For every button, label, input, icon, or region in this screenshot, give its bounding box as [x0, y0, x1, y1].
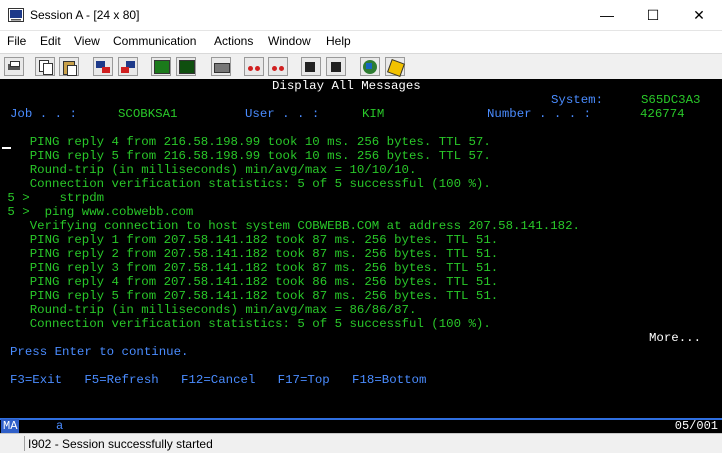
- paste-icon[interactable]: [59, 57, 79, 76]
- system-value: S65DC3A3: [641, 93, 701, 107]
- oia-indicator: MA: [1, 419, 20, 433]
- operator-info-area: MA a 05/001: [0, 418, 722, 433]
- record-macro-icon[interactable]: [211, 57, 231, 76]
- pause-icon[interactable]: [326, 57, 346, 76]
- number-value: 426774: [640, 107, 685, 121]
- close-button[interactable]: ✕: [676, 0, 722, 30]
- message-line: Connection verification statistics: 5 of…: [0, 177, 491, 191]
- menu-window[interactable]: Window: [268, 34, 311, 48]
- display-icon[interactable]: [151, 57, 171, 76]
- keypad-icon[interactable]: [176, 57, 196, 76]
- menu-file[interactable]: File: [7, 34, 26, 48]
- minimize-button[interactable]: —: [584, 0, 630, 30]
- job-value: SCOBKSA1: [118, 107, 178, 121]
- play-macro-icon[interactable]: [244, 57, 264, 76]
- message-line: PING reply 5 from 216.58.198.99 took 10 …: [0, 149, 491, 163]
- screen-header-title: Display All Messages: [272, 79, 421, 93]
- playback-icon[interactable]: [301, 57, 321, 76]
- message-line: PING reply 1 from 207.58.141.182 took 87…: [0, 233, 499, 247]
- more-indicator: More...: [649, 331, 702, 345]
- job-label: Job . . :: [10, 107, 77, 121]
- maximize-button[interactable]: ☐: [630, 0, 676, 30]
- message-line: PING reply 2 from 207.58.141.182 took 87…: [0, 247, 499, 261]
- message-line: Verifying connection to host system COBW…: [0, 219, 580, 233]
- stop-macro-icon[interactable]: [268, 57, 288, 76]
- user-label: User . . :: [245, 107, 320, 121]
- toolbar: [0, 53, 722, 79]
- message-line: Round-trip (in milliseconds) min/avg/max…: [0, 303, 417, 317]
- oia-mode: a: [56, 419, 64, 433]
- message-line: PING reply 3 from 207.58.141.182 took 87…: [0, 261, 499, 275]
- menu-view[interactable]: View: [74, 34, 100, 48]
- print-screen-icon[interactable]: [4, 57, 24, 76]
- user-value: KIM: [362, 107, 385, 121]
- number-label: Number . . . :: [487, 107, 592, 121]
- terminal-screen[interactable]: Display All Messages System: S65DC3A3 Jo…: [0, 79, 722, 418]
- status-bar: I902 - Session successfully started: [0, 433, 722, 453]
- command-line: 5 > strpdm: [0, 191, 105, 205]
- message-line: PING reply 5 from 207.58.141.182 took 87…: [0, 289, 499, 303]
- menu-actions[interactable]: Actions: [214, 34, 253, 48]
- status-divider: [24, 436, 25, 451]
- send-icon[interactable]: [93, 57, 113, 76]
- function-keys[interactable]: F3=Exit F5=Refresh F12=Cancel F17=Top F1…: [10, 373, 426, 387]
- support-icon[interactable]: [360, 57, 380, 76]
- session-app-icon: [8, 8, 24, 22]
- message-line: PING reply 4 from 207.58.141.182 took 86…: [0, 275, 499, 289]
- system-label: System:: [551, 93, 604, 107]
- copy-icon[interactable]: [35, 57, 55, 76]
- message-line: Round-trip (in milliseconds) min/avg/max…: [0, 163, 417, 177]
- title-bar: Session A - [24 x 80] — ☐ ✕: [0, 0, 722, 31]
- menu-bar: File Edit View Communication Actions Win…: [0, 31, 722, 52]
- status-message: I902 - Session successfully started: [28, 437, 213, 451]
- menu-edit[interactable]: Edit: [40, 34, 61, 48]
- message-line: Connection verification statistics: 5 of…: [0, 317, 491, 331]
- press-enter-prompt: Press Enter to continue.: [10, 345, 189, 359]
- cursor-position: 05/001: [674, 419, 718, 433]
- message-line: PING reply 4 from 216.58.198.99 took 10 …: [0, 135, 491, 149]
- menu-communication[interactable]: Communication: [113, 34, 196, 48]
- menu-help[interactable]: Help: [326, 34, 351, 48]
- window-title: Session A - [24 x 80]: [30, 8, 140, 22]
- receive-icon[interactable]: [118, 57, 138, 76]
- customize-icon[interactable]: [385, 57, 405, 77]
- command-line: 5 > ping www.cobwebb.com: [0, 205, 194, 219]
